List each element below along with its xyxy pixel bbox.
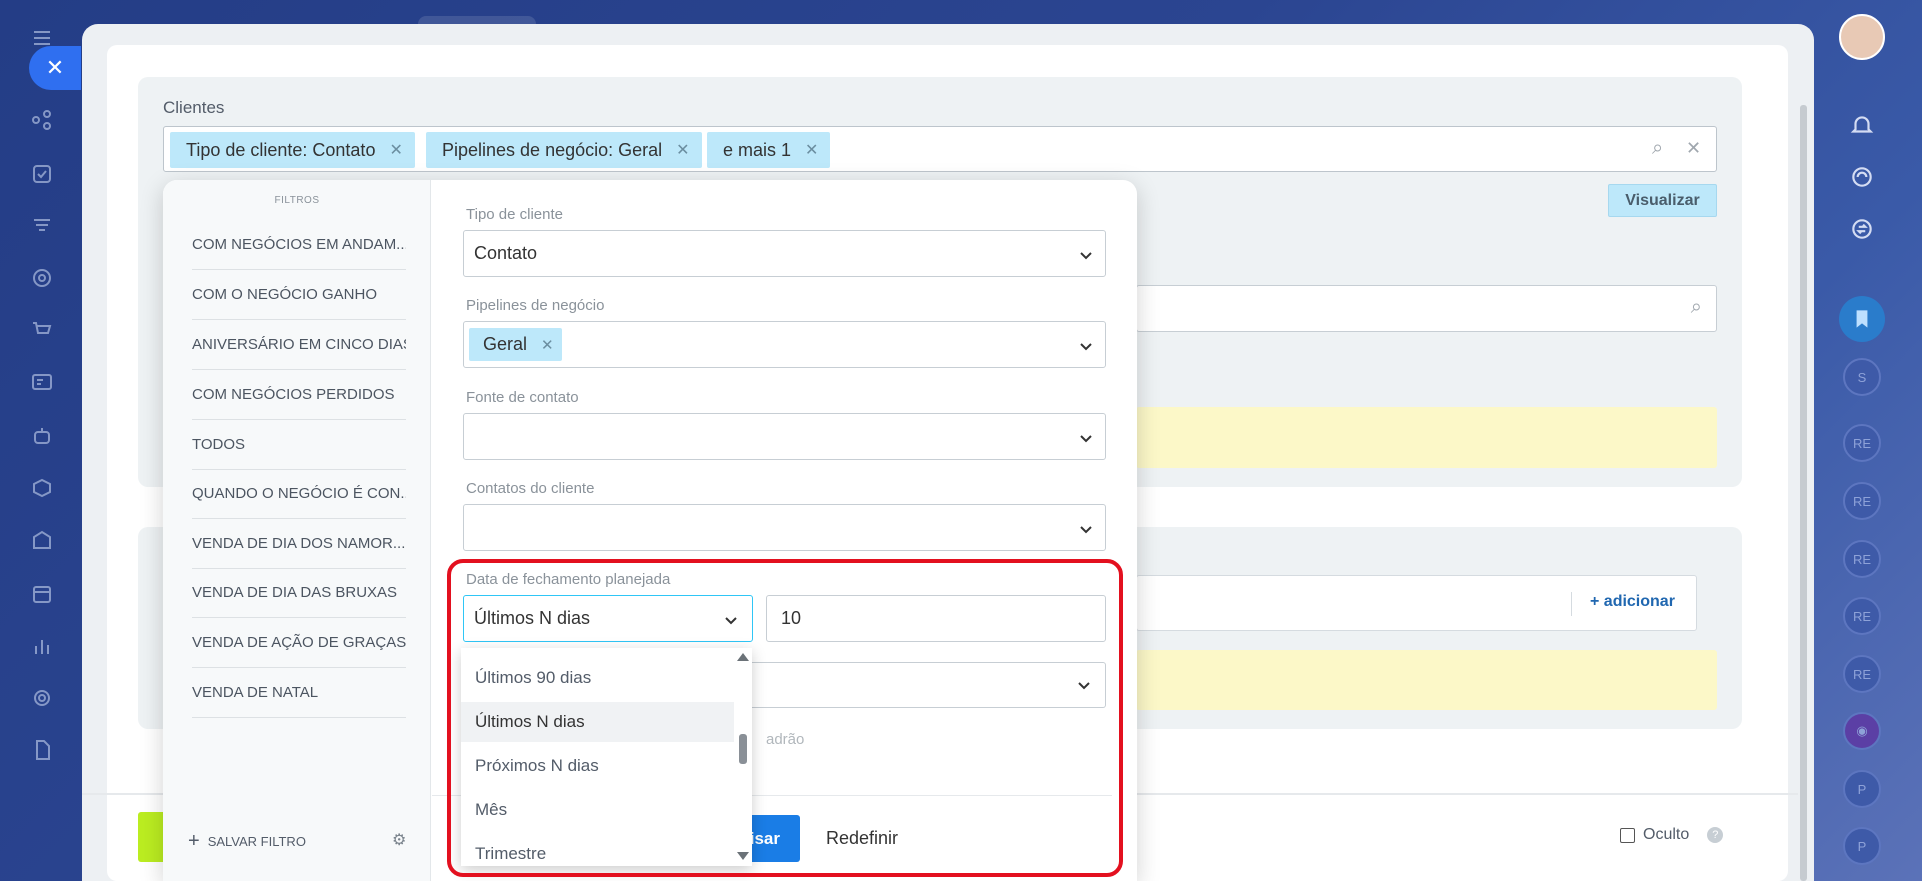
chip-label: Geral xyxy=(483,334,528,354)
chat-avatar-p-1[interactable]: P xyxy=(1843,770,1881,808)
visualizar-button[interactable]: Visualizar xyxy=(1608,184,1717,217)
highlight-annotation xyxy=(447,559,1123,877)
building-icon[interactable] xyxy=(26,524,58,556)
chevron-down-icon xyxy=(1079,520,1092,534)
chat-avatar-support[interactable]: ◉ xyxy=(1843,712,1881,750)
hidden-label: Oculto xyxy=(1643,826,1690,843)
secondary-search-field[interactable]: ⌕ xyxy=(1136,285,1717,332)
preset-item[interactable]: ANIVERSÁRIO EM CINCO DIAS xyxy=(192,320,406,370)
chip-label: e mais 1 xyxy=(723,139,792,160)
bell-icon[interactable] xyxy=(1839,102,1885,148)
bookmark-icon[interactable] xyxy=(1839,296,1885,342)
notice-bar xyxy=(1136,407,1717,468)
cart-icon[interactable] xyxy=(26,314,58,346)
contatos-cliente-select[interactable] xyxy=(463,504,1106,551)
preset-item[interactable]: VENDA DE NATAL xyxy=(192,668,406,718)
copilot-icon[interactable] xyxy=(1839,154,1885,200)
save-filter-button[interactable]: + SALVAR FILTRO xyxy=(188,830,306,853)
chip-label: Pipelines de negócio: Geral xyxy=(442,139,663,160)
sync-icon[interactable] xyxy=(1839,206,1885,252)
fonte-contato-select[interactable] xyxy=(463,413,1106,460)
filter-chip-more[interactable]: e mais 1 ✕ xyxy=(707,132,831,168)
preset-item[interactable]: VENDA DE AÇÃO DE GRAÇAS xyxy=(192,618,406,668)
chat-avatar-re-4[interactable]: RE xyxy=(1843,597,1881,635)
filter-title: Clientes xyxy=(163,98,225,117)
pipelines-select[interactable]: Geral ✕ xyxy=(463,321,1106,368)
chip-label: Tipo de cliente: Contato xyxy=(186,139,376,160)
remove-icon[interactable]: ✕ xyxy=(805,140,818,160)
chevron-down-icon xyxy=(1079,337,1092,351)
notice-bar-2 xyxy=(1136,650,1717,710)
chat-avatar-re-1[interactable]: RE xyxy=(1843,424,1881,462)
chat-avatar-re-2[interactable]: RE xyxy=(1843,482,1881,520)
chat-avatar-p-2[interactable]: P xyxy=(1843,827,1881,865)
preset-item[interactable]: VENDA DE DIA DOS NAMOR... xyxy=(192,519,406,569)
preset-item[interactable]: COM O NEGÓCIO GANHO xyxy=(192,270,406,320)
remove-icon[interactable]: ✕ xyxy=(389,140,402,160)
plus-icon: + xyxy=(188,830,200,852)
chevron-down-icon xyxy=(1079,246,1092,260)
crm-target-icon[interactable] xyxy=(26,262,58,294)
filter-chip-tipo[interactable]: Tipo de cliente: Contato ✕ xyxy=(170,132,415,168)
chat-avatar-re-5[interactable]: RE xyxy=(1843,655,1881,693)
remove-icon[interactable]: ✕ xyxy=(541,336,554,354)
contact-card-icon[interactable] xyxy=(26,366,58,398)
field-label-pipelines: Pipelines de negócio xyxy=(466,297,605,314)
filter-chip-pipelines[interactable]: Pipelines de negócio: Geral ✕ xyxy=(426,132,702,168)
filter-search-bar[interactable]: Tipo de cliente: Contato ✕ Pipelines de n… xyxy=(163,126,1717,172)
close-icon: ✕ xyxy=(45,55,65,80)
robot-icon[interactable] xyxy=(26,420,58,452)
chat-avatar-re-3[interactable]: RE xyxy=(1843,540,1881,578)
adicionar-link[interactable]: + adicionar xyxy=(1590,593,1675,611)
field-label-fonte: Fonte de contato xyxy=(466,389,579,406)
preset-item[interactable]: COM NEGÓCIOS PERDIDOS xyxy=(192,370,406,420)
pipeline-chip[interactable]: Geral ✕ xyxy=(469,328,562,361)
preset-item[interactable]: VENDA DE DIA DAS BRUXAS xyxy=(192,568,406,618)
save-filter-label: SALVAR FILTRO xyxy=(207,834,306,849)
tipo-cliente-select[interactable]: Contato xyxy=(463,230,1106,277)
chat-avatar-s[interactable]: S xyxy=(1843,358,1881,396)
hidden-toggle[interactable]: Oculto? xyxy=(1620,826,1724,844)
calendar-icon[interactable] xyxy=(26,578,58,610)
user-avatar[interactable] xyxy=(1839,14,1885,60)
settings-icon[interactable] xyxy=(26,682,58,714)
remove-icon[interactable]: ✕ xyxy=(676,140,689,160)
preset-item[interactable]: COM NEGÓCIOS EM ANDAM... xyxy=(192,220,406,270)
presets-title: FILTROS xyxy=(274,195,320,206)
field-label-contatos: Contatos do cliente xyxy=(466,480,595,497)
chevron-down-icon xyxy=(1079,429,1092,443)
preset-item[interactable]: TODOS xyxy=(192,420,406,470)
preset-item[interactable]: QUANDO O NEGÓCIO É CON... xyxy=(192,469,406,519)
field-label-tipo: Tipo de cliente xyxy=(466,206,564,223)
select-value: Contato xyxy=(474,243,538,263)
close-slider-button[interactable]: ✕ xyxy=(29,46,81,90)
document-icon[interactable] xyxy=(26,734,58,766)
funnel-icon[interactable] xyxy=(26,210,58,242)
clear-icon[interactable]: ✕ xyxy=(1686,138,1701,159)
left-nav-rail xyxy=(0,0,82,881)
right-rail: S RE RE RE RE RE ◉ P P xyxy=(1814,0,1922,881)
chart-icon[interactable] xyxy=(26,630,58,662)
help-icon[interactable]: ? xyxy=(1707,827,1724,843)
page-scrollbar[interactable] xyxy=(1800,105,1807,881)
gear-icon[interactable]: ⚙ xyxy=(392,830,406,850)
tasks-icon[interactable] xyxy=(26,158,58,190)
search-icon[interactable]: ⌕ xyxy=(1652,137,1663,160)
hidden-checkbox[interactable] xyxy=(1620,827,1635,843)
box-icon[interactable] xyxy=(26,472,58,504)
search-icon[interactable]: ⌕ xyxy=(1691,296,1702,319)
network-icon[interactable] xyxy=(26,104,58,136)
